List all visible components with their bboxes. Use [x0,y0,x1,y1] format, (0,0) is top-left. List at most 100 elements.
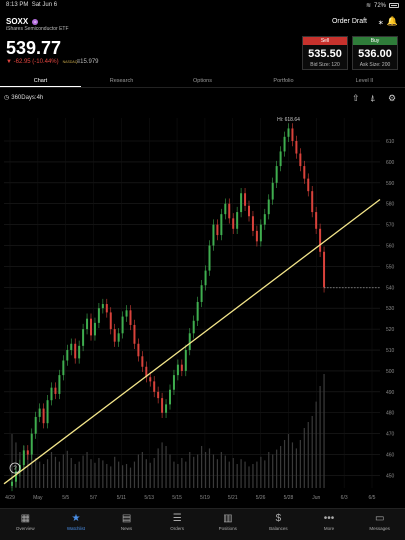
volume-bar [62,454,64,488]
y-tick-label: 480 [386,411,395,417]
symbol: SOXX [6,17,29,26]
volume-bar [106,464,108,488]
share-icon[interactable]: ⇧ [352,93,360,104]
volume-bar [216,459,218,488]
clock-icon: ◷ [4,95,10,101]
volume-bar [82,455,84,488]
nav-overview[interactable]: ▦ Overview [0,509,51,540]
buy-label: Buy [353,37,397,45]
y-tick-label: 550 [386,264,395,270]
volume-bar [94,462,96,488]
y-tick-label: 490 [386,390,395,396]
x-tick-label: 4/29 [5,495,15,501]
candle-body [192,320,195,334]
candle-body [97,308,100,323]
volume-bar [129,467,132,488]
candlestick-chart[interactable]: 450 460 470 480 490 500 510 520 530 540 550 560 570 5… [0,108,405,508]
positions-icon: ▥ [223,513,233,524]
exchange-label: NASDAQ [62,60,78,64]
volume-bar [185,461,187,488]
volume-bar [50,452,53,488]
volume-bar [244,461,246,488]
volume-bar [323,374,325,488]
candle-body [283,136,286,152]
chart-alert-icon[interactable]: ⍋ [370,93,375,104]
candle-body [172,375,175,390]
volume-bar [74,464,76,488]
candle-body [78,345,81,359]
candle-body [236,212,239,229]
order-draft-button[interactable]: Order Draft [332,18,367,25]
volume-bar [252,464,254,488]
balances-icon: $ [275,513,282,524]
tab-chart[interactable]: Chart [0,76,81,87]
y-tick-label: 600 [386,160,395,166]
status-bar: 8:13 PM Sat Jun 6 ≋ 72% [0,0,405,12]
x-tick-label: 5/19 [200,495,210,501]
add-watchlist-icon[interactable]: ⁎ [379,16,384,27]
candle-body [251,216,254,231]
nav-more[interactable]: ••• More [304,509,355,540]
candle-body [255,230,258,242]
volume-bar [90,459,92,488]
x-tick-label: 5/26 [256,495,266,501]
price-chart[interactable]: 450 460 470 480 490 500 510 520 530 540 550 560 570 5… [0,108,405,508]
y-tick-label: 610 [386,139,395,145]
volume-bar [122,465,124,488]
candle-body [228,203,231,219]
candle-body [42,408,45,424]
volume-bar [133,461,136,488]
volume-bar [98,458,100,488]
sell-label: Sell [303,37,347,45]
nav-watchlist[interactable]: ★ Watchlist [51,509,102,540]
volume-bar [204,452,207,488]
candle-body [54,387,57,394]
orders-icon: ☰ [172,513,182,524]
timeframe-selector[interactable]: ◷ 360Days:4h [4,94,43,102]
candle-body [169,389,171,405]
chart-settings-icon[interactable]: ⚙ [388,93,396,104]
quote-header: SOXX o iShares Semiconductor ETF 539.77 … [0,14,405,74]
volume-bar [240,459,242,488]
candle-body [125,310,128,317]
ask-price: 536.00 [358,48,392,60]
ask-size: Ask Size: 200 [359,62,391,68]
security-name: iShares Semiconductor ETF [6,26,69,32]
volume-bar [260,456,262,488]
candle-body [165,404,168,413]
candle-body [141,356,144,367]
nav-news[interactable]: ▤ News [101,509,152,540]
candle-body [295,140,298,154]
tab-bar: Chart Research Options Portfolio Level I… [0,76,405,88]
nav-orders[interactable]: ☰ Orders [152,509,203,540]
battery-percent: 72% [373,2,386,9]
volume-bar [66,450,68,488]
volume-bar [283,440,286,488]
candle-body [196,301,199,321]
volume-bar [173,461,175,488]
tab-research[interactable]: Research [81,76,162,87]
tab-portfolio[interactable]: Portfolio [243,76,324,87]
candle-body [212,224,215,246]
volume-bar [311,416,313,488]
volume-bar [114,456,116,488]
candle-body [180,364,183,371]
volume-bar [220,452,222,488]
nav-balances[interactable]: $ Balances [253,509,304,540]
tab-level-ii[interactable]: Level II [324,76,405,87]
alert-bell-icon[interactable]: 🔔 [387,16,398,27]
candle-body [263,214,266,225]
candle-body [157,391,160,399]
last-price: 539.77 [6,38,62,58]
buy-button[interactable]: Buy 536.00 Ask Size: 200 [352,36,398,70]
y-tick-label: 570 [386,223,395,229]
tab-options[interactable]: Options [162,76,243,87]
candle-body [153,381,156,392]
option-badge-icon: o [32,18,39,25]
candle-body [62,360,65,376]
volume-bar [118,461,120,488]
nav-positions[interactable]: ▥ Positions [203,509,254,540]
sell-button[interactable]: Sell 535.50 Bid Size: 120 [302,36,348,70]
candle-body [248,205,250,217]
nav-messages[interactable]: ▭ Messages [354,509,405,540]
